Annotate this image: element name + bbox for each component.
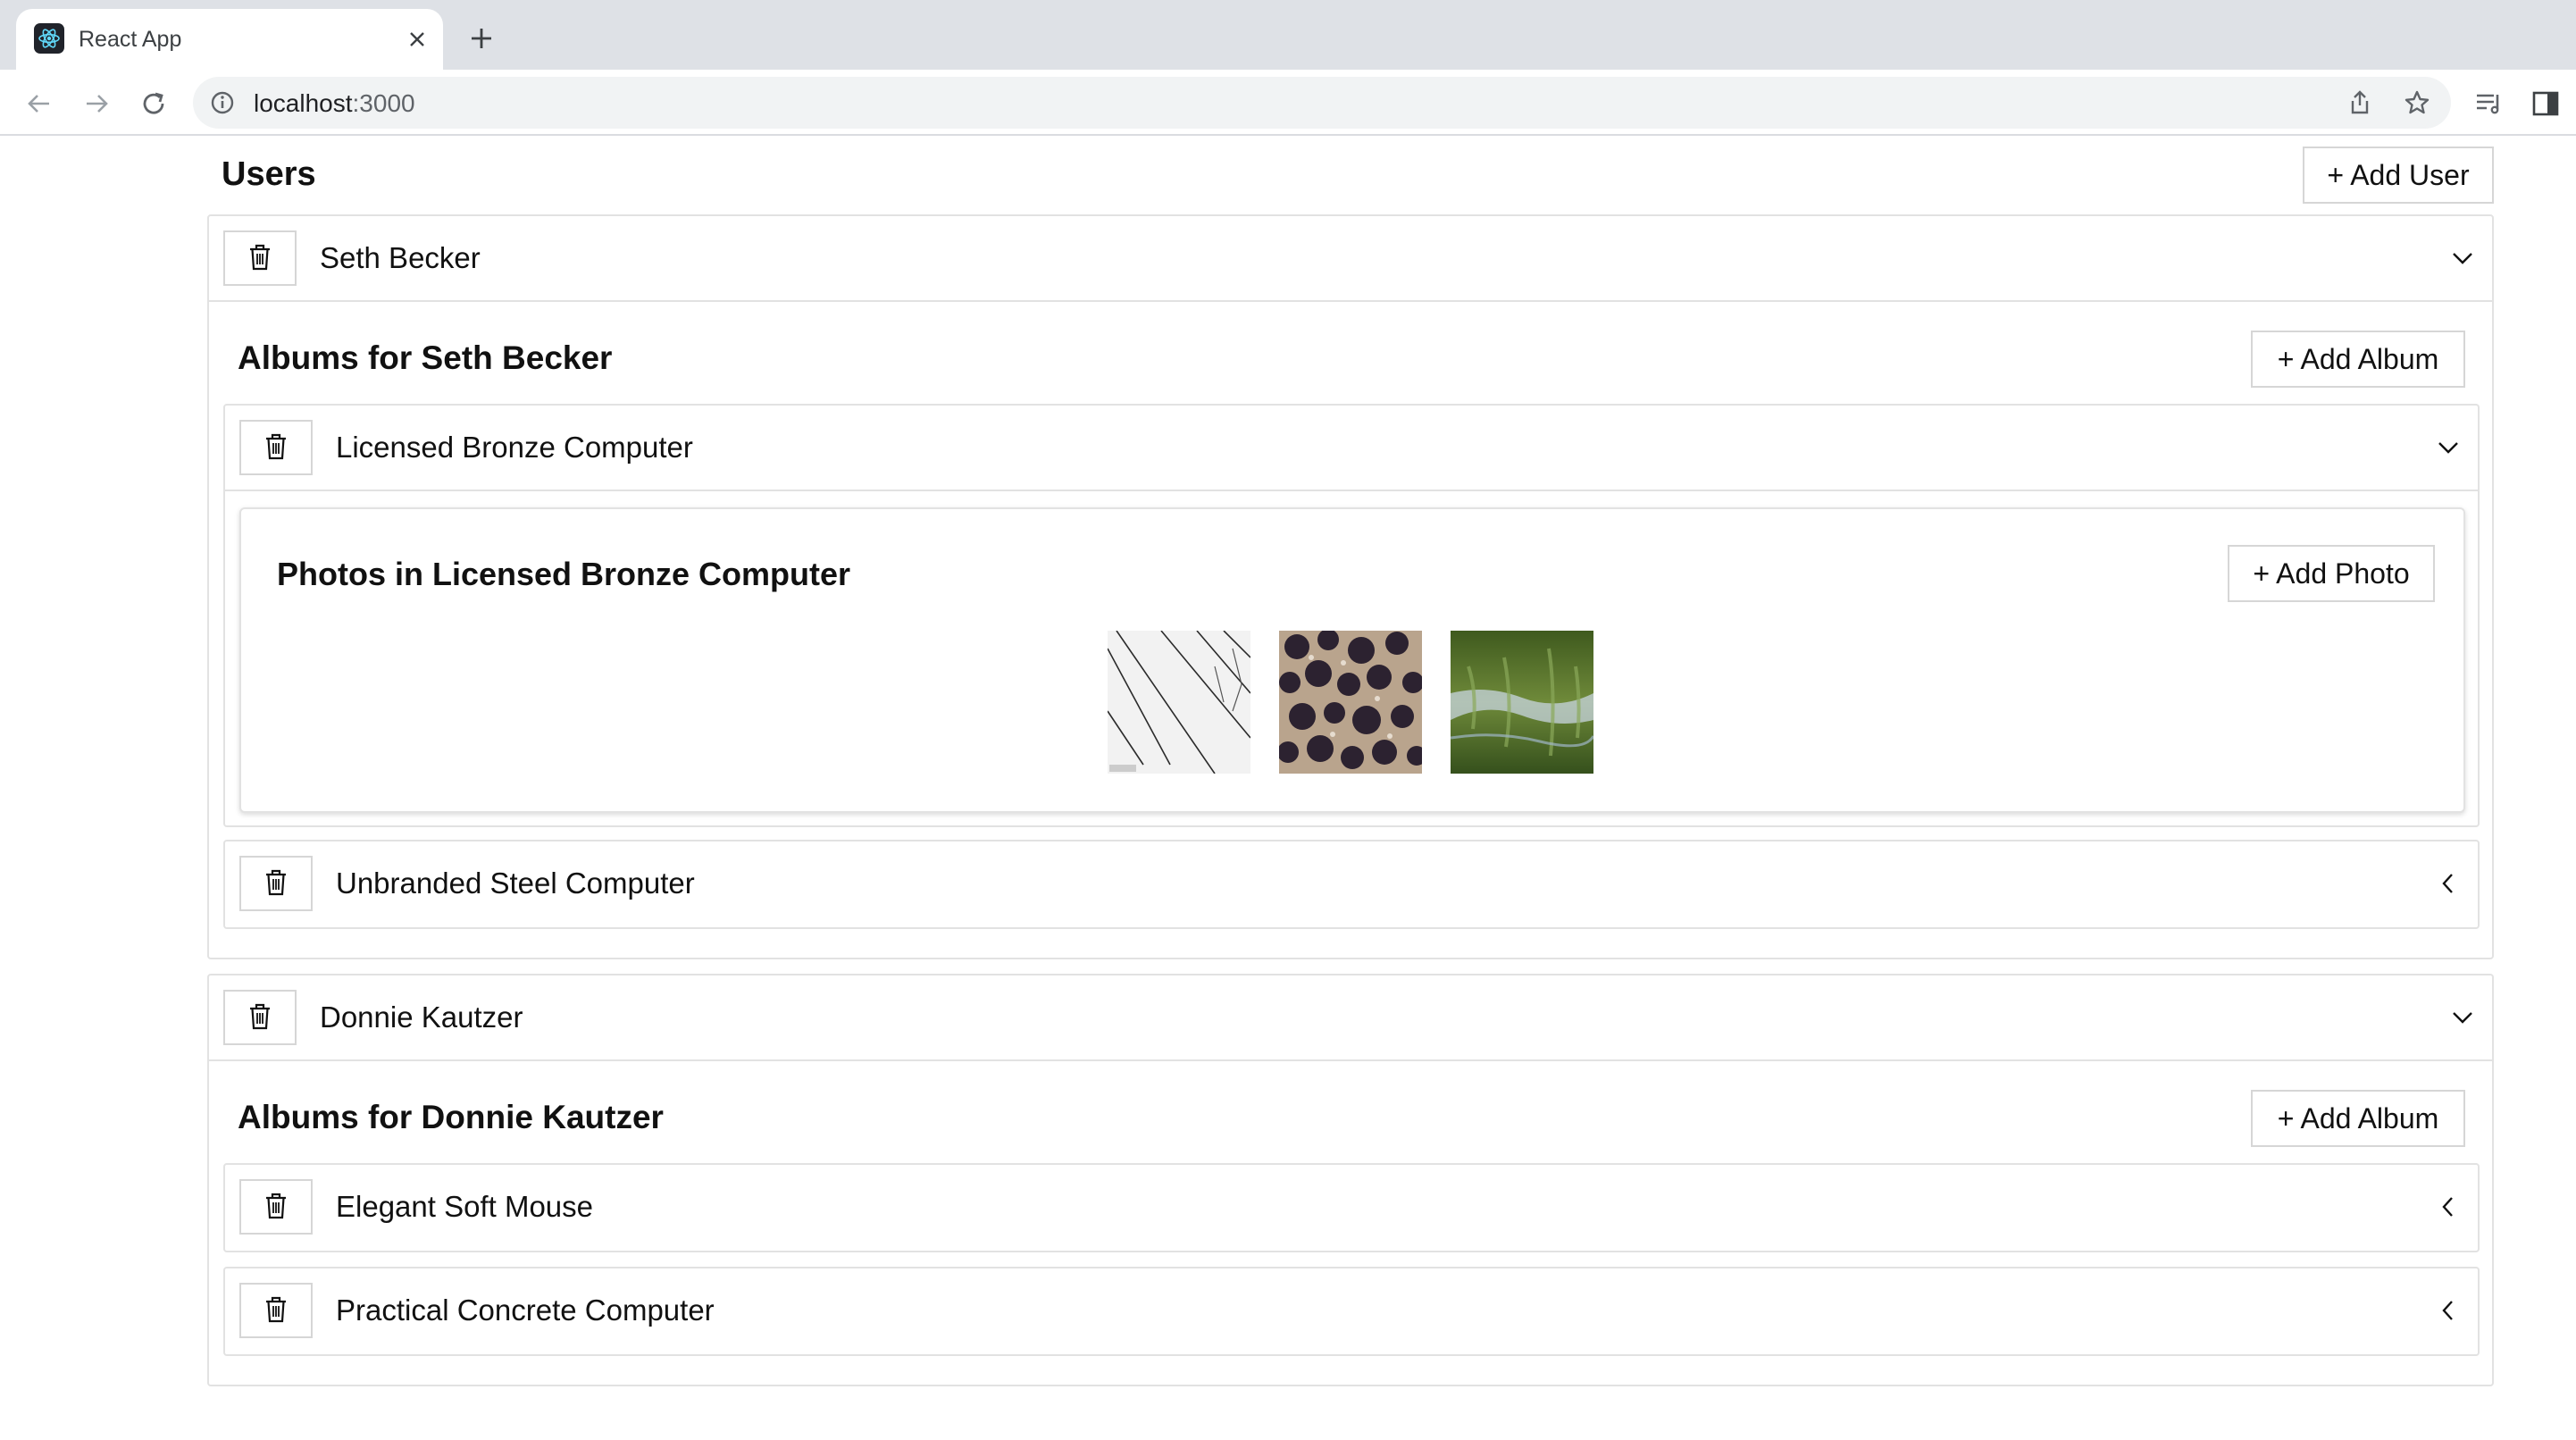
delete-user-button[interactable] — [223, 990, 297, 1045]
add-user-button[interactable]: + Add User — [2303, 147, 2494, 204]
react-logo-icon — [34, 23, 64, 54]
site-info-icon[interactable] — [209, 89, 236, 116]
close-icon[interactable] — [402, 24, 432, 54]
url-host: localhost — [254, 89, 353, 117]
delete-album-button[interactable] — [239, 856, 313, 911]
reading-list-icon[interactable] — [2472, 88, 2505, 120]
user-header[interactable]: Donnie Kautzer — [209, 975, 2492, 1061]
url-text: localhost:3000 — [254, 89, 415, 118]
add-album-button[interactable]: + Add Album — [2251, 331, 2465, 388]
trash-icon — [263, 433, 289, 463]
back-arrow-icon[interactable] — [21, 86, 57, 121]
user-name: Seth Becker — [320, 241, 481, 274]
user-card: Seth Becker Albums for Seth Becker + Add… — [207, 214, 2494, 959]
trash-icon — [247, 244, 272, 273]
photos-panel: Photos in Licensed Bronze Computer + Add… — [239, 507, 2465, 813]
address-bar[interactable]: localhost:3000 — [193, 77, 2451, 129]
albums-heading: Albums for Donnie Kautzer — [238, 1099, 664, 1135]
chevron-down-icon[interactable] — [2435, 434, 2462, 461]
user-card: Donnie Kautzer Albums for Donnie Kautzer… — [207, 974, 2494, 1386]
trash-icon — [263, 869, 289, 899]
forward-arrow-icon[interactable] — [79, 86, 114, 121]
photo-thumbnail[interactable] — [1108, 631, 1250, 774]
album-card: Elegant Soft Mouse — [223, 1163, 2480, 1252]
user-name: Donnie Kautzer — [320, 1000, 523, 1034]
side-panel-icon[interactable] — [2530, 88, 2562, 120]
album-header[interactable]: Licensed Bronze Computer — [225, 406, 2478, 491]
album-title: Unbranded Steel Computer — [336, 867, 695, 900]
chevron-left-icon[interactable] — [2435, 1297, 2462, 1324]
tab-title: React App — [79, 27, 182, 52]
photo-thumbnail[interactable] — [1279, 631, 1422, 774]
albums-heading: Albums for Seth Becker — [238, 339, 613, 376]
delete-album-button[interactable] — [239, 420, 313, 475]
trash-icon — [263, 1193, 289, 1222]
photo-thumbnail[interactable] — [1451, 631, 1593, 774]
new-tab-plus-icon[interactable] — [463, 20, 500, 57]
album-header[interactable]: Elegant Soft Mouse — [225, 1165, 2478, 1251]
share-icon[interactable] — [2346, 88, 2374, 117]
album-title: Elegant Soft Mouse — [336, 1190, 594, 1223]
bookmark-star-icon[interactable] — [2403, 88, 2431, 117]
browser-tab[interactable]: React App — [16, 9, 443, 70]
chevron-down-icon[interactable] — [2449, 245, 2476, 272]
reload-icon[interactable] — [136, 86, 171, 121]
add-photo-button[interactable]: + Add Photo — [2228, 545, 2435, 602]
album-card: Licensed Bronze Computer Photos in Licen… — [223, 404, 2480, 827]
album-title: Licensed Bronze Computer — [336, 431, 693, 464]
album-card: Practical Concrete Computer — [223, 1267, 2480, 1356]
trash-icon — [247, 1003, 272, 1033]
user-header[interactable]: Seth Becker — [209, 216, 2492, 302]
browser-tab-strip: React App — [0, 0, 2576, 70]
delete-album-button[interactable] — [239, 1179, 313, 1235]
chevron-left-icon[interactable] — [2435, 1193, 2462, 1220]
chevron-down-icon[interactable] — [2449, 1004, 2476, 1031]
album-header[interactable]: Unbranded Steel Computer — [225, 841, 2478, 927]
delete-user-button[interactable] — [223, 230, 297, 286]
album-card: Unbranded Steel Computer — [223, 840, 2480, 929]
delete-album-button[interactable] — [239, 1283, 313, 1338]
chevron-left-icon[interactable] — [2435, 870, 2462, 897]
photos-heading: Photos in Licensed Bronze Computer — [277, 556, 851, 592]
add-album-button[interactable]: + Add Album — [2251, 1090, 2465, 1147]
album-title: Practical Concrete Computer — [336, 1293, 715, 1327]
trash-icon — [263, 1296, 289, 1326]
browser-toolbar: localhost:3000 — [0, 70, 2576, 136]
page-title: Users — [222, 155, 316, 193]
album-header[interactable]: Practical Concrete Computer — [225, 1268, 2478, 1354]
url-port: :3000 — [352, 89, 415, 117]
